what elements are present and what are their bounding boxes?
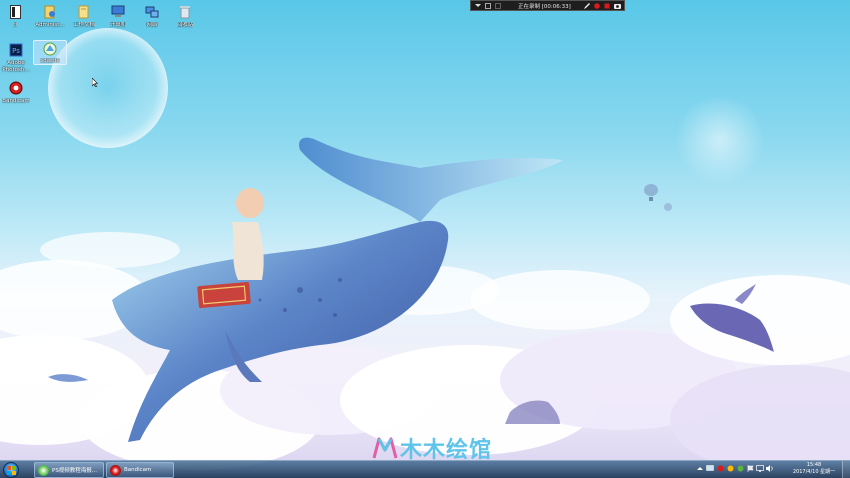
clock-date: 2017/4/10 星期一 [792, 469, 836, 475]
taskbar-clock[interactable]: 15:48 2017/4/10 星期一 [790, 462, 838, 476]
keyboard-icon[interactable] [706, 464, 714, 472]
desktop-icon-bandicam[interactable]: Bandicam [0, 80, 34, 105]
desktop-icon-ti[interactable]: ti [0, 4, 33, 29]
window-icon[interactable] [484, 2, 491, 9]
folder-icon [76, 4, 92, 20]
desktop-icon-recycle-bin[interactable]: 回收站 [167, 4, 203, 29]
camera-icon[interactable] [613, 2, 621, 9]
taskbar-item-bandicam[interactable]: Bandicam [106, 462, 174, 478]
tray-green-icon[interactable] [736, 464, 744, 472]
pen-icon[interactable] [584, 2, 591, 9]
mouse-cursor [92, 78, 98, 87]
start-button[interactable] [3, 462, 19, 478]
recycle-bin-icon [177, 4, 193, 20]
network-icon [144, 4, 160, 20]
tray-expand-icon[interactable] [696, 464, 704, 472]
desktop-icon-computer[interactable]: 计算机 [100, 4, 136, 29]
flag-icon[interactable] [746, 464, 754, 472]
desktop-icon-network[interactable]: 网络 [134, 4, 170, 29]
volume-icon[interactable] [766, 464, 774, 472]
stop-icon[interactable] [604, 2, 611, 9]
desktop-icon-sdasde[interactable]: sdasde [33, 40, 67, 65]
bandicam-icon [110, 464, 121, 476]
app-icon [42, 42, 58, 56]
desktop-icon-administrator[interactable]: Administ... [32, 4, 68, 29]
computer-icon [110, 4, 126, 20]
taskbar-item-label: PS视频教程海报... [52, 468, 98, 474]
security-icon[interactable] [726, 464, 734, 472]
desktop-icon-work-docs[interactable]: 工作文档 [66, 4, 102, 29]
desktop-wallpaper [0, 28, 850, 475]
windows-logo-icon [6, 465, 16, 475]
show-desktop-button[interactable] [842, 461, 850, 478]
file-icon [7, 4, 23, 20]
taskbar: PS视频教程海报... Bandicam 15:48 2017/4/10 星期一 [0, 460, 850, 478]
clock-time: 15:48 [806, 462, 822, 468]
region-icon[interactable] [494, 2, 501, 9]
record-icon[interactable] [594, 2, 601, 9]
svg-text:Ps: Ps [12, 47, 20, 55]
network-status-icon[interactable] [756, 464, 764, 472]
user-folder-icon [42, 4, 58, 20]
recording-status: 正在录制 [00:06:33] [518, 3, 571, 10]
photoshop-icon: Ps [8, 42, 24, 58]
dropdown-icon[interactable] [474, 2, 481, 9]
desktop-icon-photoshop[interactable]: Ps Adobe Photosh... [0, 42, 34, 74]
bandicam-icon [8, 80, 24, 96]
system-tray [696, 464, 774, 472]
watermark-logo [372, 437, 398, 459]
taskbar-item-label: Bandicam [124, 467, 152, 473]
browser-icon [38, 464, 49, 476]
tray-app-icon[interactable] [716, 464, 724, 472]
taskbar-item-browser[interactable]: PS视频教程海报... [34, 462, 104, 478]
recording-toolbar: 正在录制 [00:06:33] [470, 0, 625, 11]
hot-air-balloon [644, 184, 672, 211]
